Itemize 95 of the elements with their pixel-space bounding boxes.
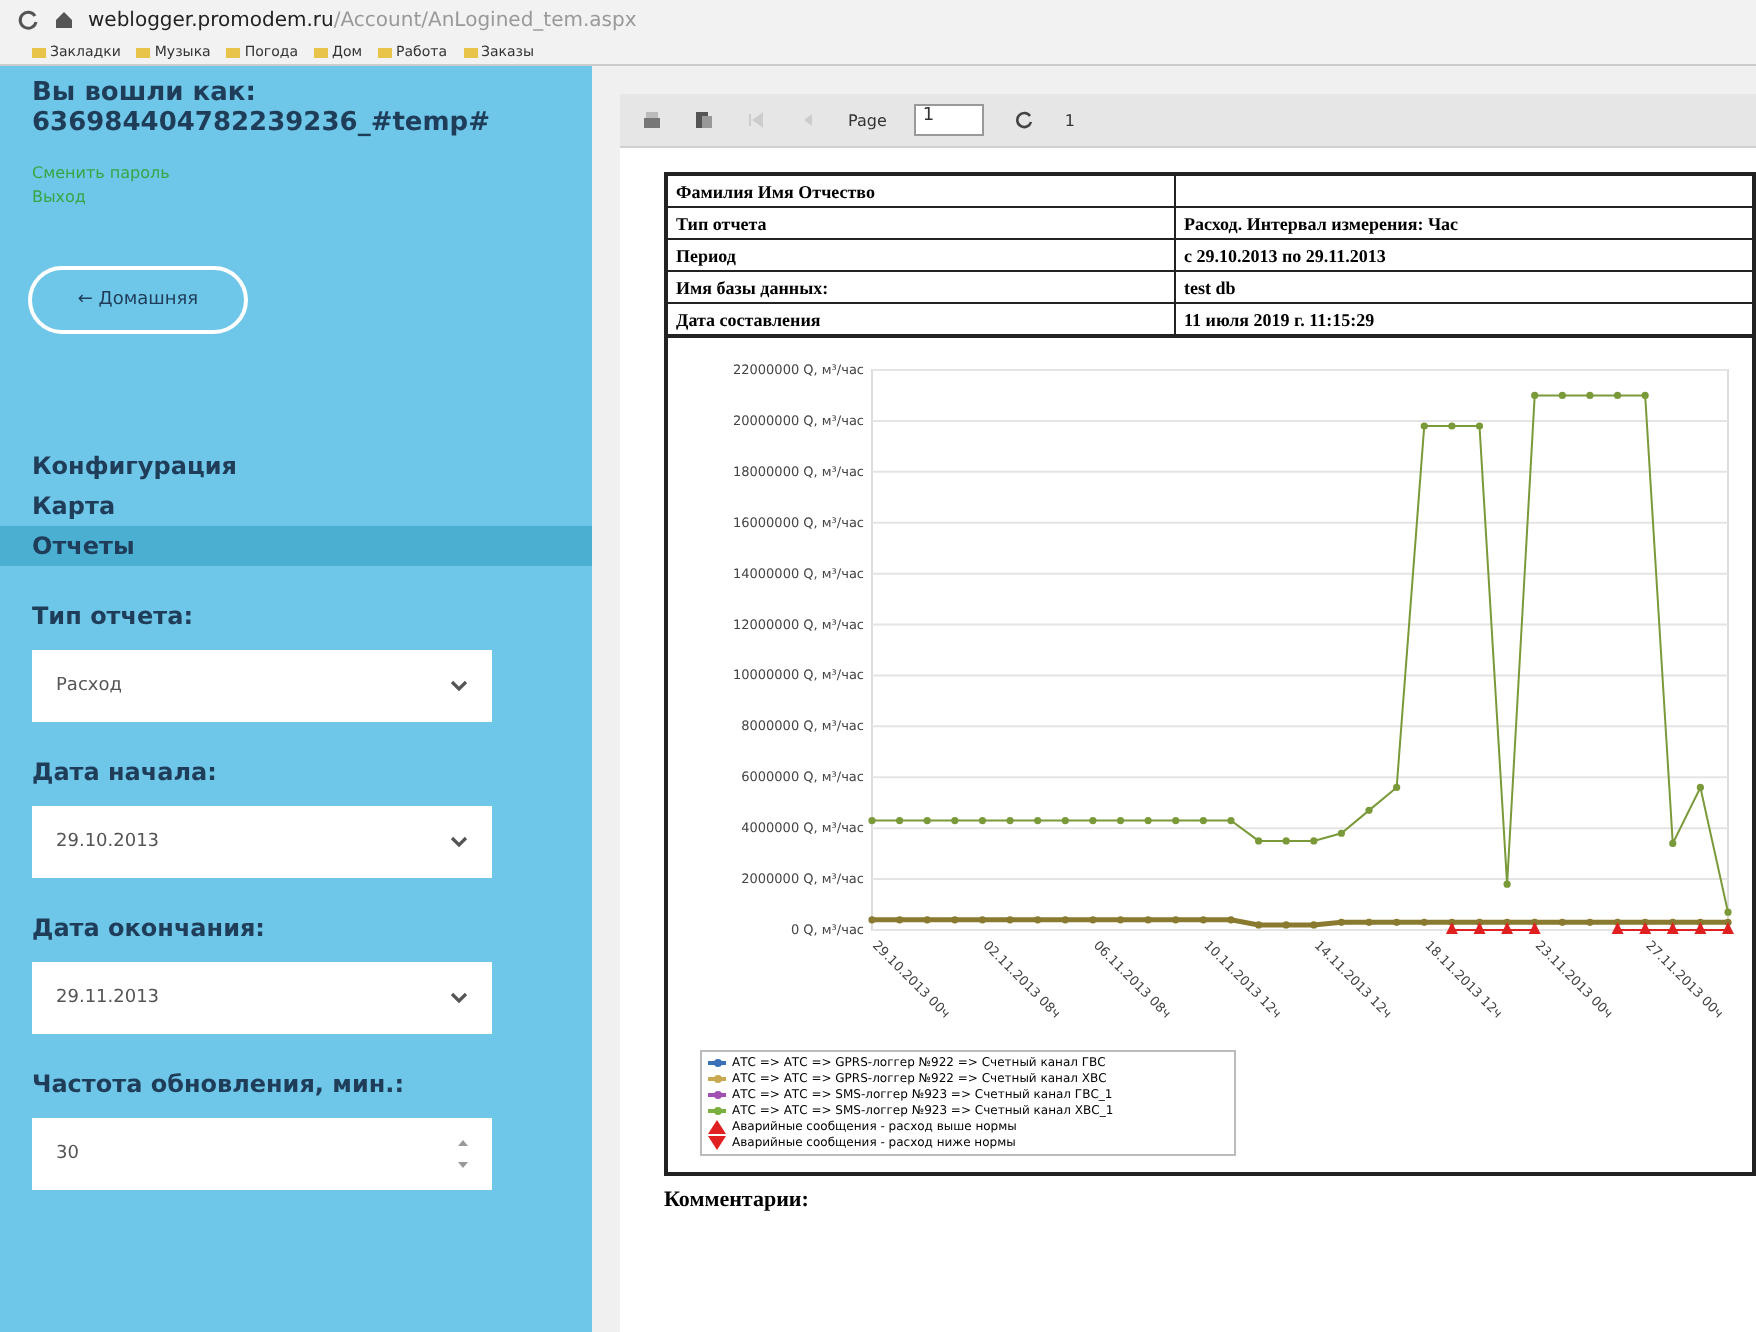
login-label: Вы вошли как: [30, 78, 258, 108]
data-point [1116, 816, 1125, 825]
nav-item[interactable]: Карта [0, 486, 592, 526]
alarm-marker [1473, 922, 1486, 934]
comments-heading: Комментарии: [664, 1188, 811, 1212]
field-label: Тип отчета: [30, 602, 195, 630]
data-point [1420, 422, 1428, 430]
data-point [1034, 916, 1042, 924]
number-field[interactable]: 30 [32, 1118, 492, 1190]
data-point [1061, 816, 1069, 825]
chevron-down-icon [450, 992, 468, 1004]
select-field[interactable]: Расход [32, 650, 492, 722]
page-label: Page [848, 111, 887, 129]
data-point [1669, 839, 1677, 848]
nav-item[interactable]: Отчеты [0, 526, 592, 566]
data-point [1172, 816, 1180, 825]
data-point [1089, 916, 1097, 924]
data-point [1448, 422, 1456, 430]
home-button[interactable]: ← Домашняя [28, 266, 248, 334]
data-point [1531, 391, 1539, 400]
chevron-down-icon [450, 680, 468, 692]
data-point [868, 916, 876, 924]
alarm-marker [1445, 922, 1458, 934]
data-point [1172, 916, 1180, 924]
data-point [1586, 391, 1594, 400]
data-point [1310, 837, 1318, 845]
export-icon[interactable] [692, 108, 716, 132]
page-count: 1 [1064, 111, 1075, 129]
data-point [1337, 918, 1345, 926]
data-point [1475, 422, 1484, 430]
select-field[interactable]: 29.11.2013 [32, 962, 492, 1034]
data-point [1089, 816, 1097, 825]
alarm-marker [1666, 922, 1679, 934]
data-point [1144, 916, 1152, 924]
data-point [1420, 918, 1428, 926]
data-point [1558, 391, 1566, 400]
alarm-marker [1694, 922, 1707, 934]
data-point [1199, 816, 1207, 825]
alarm-marker [1722, 922, 1734, 934]
data-point [1393, 783, 1401, 792]
data-point [1503, 880, 1511, 888]
field-label: Дата окончания: [30, 914, 267, 942]
data-point [1255, 921, 1263, 929]
chevron-down-icon [450, 836, 468, 848]
data-point [896, 916, 904, 924]
data-point [896, 816, 904, 825]
data-point [1558, 918, 1566, 926]
home-icon[interactable] [52, 8, 76, 33]
info-label: Тип отчета [666, 207, 1175, 239]
page-input[interactable]: 1 [914, 104, 985, 136]
data-point [1255, 837, 1263, 845]
data-point [1337, 829, 1345, 837]
refresh-icon[interactable] [1012, 108, 1037, 132]
address-bar[interactable]: weblogger.promodem.ru/Account/AnLogined_tem.aspx [88, 9, 637, 32]
data-point [1116, 916, 1125, 924]
alarm-marker [1611, 922, 1624, 934]
data-point [1006, 816, 1014, 825]
data-point [923, 816, 931, 825]
data-point [1393, 918, 1401, 926]
print-icon[interactable] [640, 108, 664, 132]
data-point [1199, 916, 1207, 924]
info-label: Период [666, 239, 1175, 271]
data-point [1696, 783, 1704, 792]
data-point [1144, 816, 1152, 825]
nav-item[interactable]: Конфигурация [0, 446, 592, 486]
data-point [1641, 391, 1649, 400]
data-point [1282, 921, 1290, 929]
login-user: 636984404782239236_#temp# [30, 108, 492, 138]
field-label: Частота обновления, мин.: [30, 1070, 407, 1098]
data-point [1006, 916, 1014, 924]
data-point [923, 916, 931, 924]
data-point [978, 816, 987, 825]
info-label: Имя базы данных: [666, 271, 1175, 303]
data-point [978, 916, 987, 924]
data-point [1282, 837, 1290, 845]
data-point [1586, 918, 1594, 926]
info-label: Фамилия Имя Отчество [666, 174, 1175, 207]
data-point [1310, 921, 1318, 929]
field-label: Дата начала: [30, 758, 219, 786]
data-point [1034, 816, 1042, 825]
reload-icon[interactable] [16, 8, 40, 33]
data-point [868, 816, 876, 825]
spinner-arrows-icon[interactable] [458, 1136, 468, 1172]
data-point [951, 916, 959, 924]
data-point [1365, 918, 1373, 926]
data-point [1061, 916, 1069, 924]
data-point [951, 816, 959, 825]
data-point [1613, 391, 1622, 400]
select-field[interactable]: 29.10.2013 [32, 806, 492, 878]
data-point [1227, 916, 1235, 924]
alarm-marker [1528, 922, 1541, 934]
alarm-marker [1501, 922, 1514, 934]
data-point [1365, 806, 1373, 814]
data-point [1227, 816, 1235, 825]
alarm-marker [1639, 922, 1652, 934]
